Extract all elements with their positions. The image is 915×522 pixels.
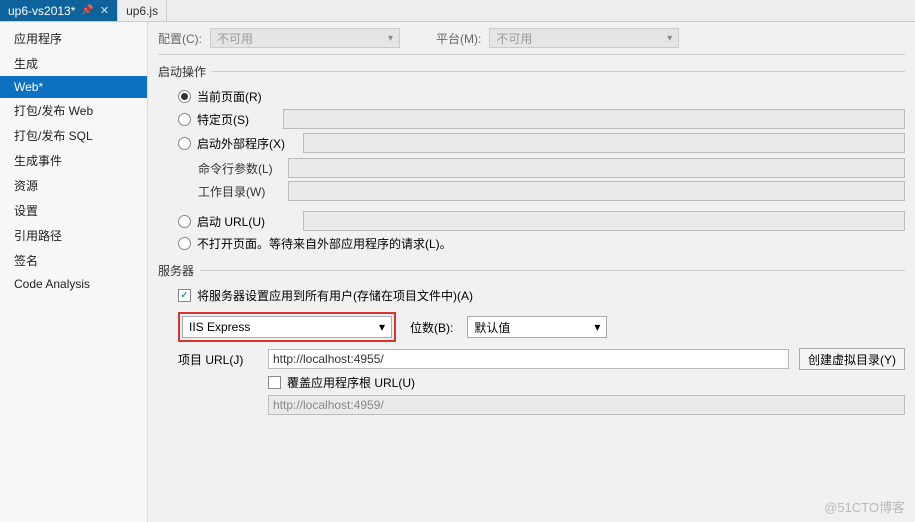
radio-label: 启动 URL(U) [197, 213, 297, 230]
specific-page-input[interactable] [283, 109, 905, 129]
radio-label: 当前页面(R) [197, 88, 262, 105]
project-url-label: 项目 URL(J) [178, 351, 258, 368]
sidebar-item-app[interactable]: 应用程序 [0, 26, 147, 51]
tab-label: up6.js [126, 4, 158, 18]
section-server: 服务器 [158, 262, 905, 279]
sidebar-item-settings[interactable]: 设置 [0, 198, 147, 223]
radio-current-page[interactable] [178, 90, 191, 103]
radio-external-program[interactable] [178, 137, 191, 150]
document-tabs: up6-vs2013* 📌 ✕ up6.js [0, 0, 915, 22]
sidebar-item-pack-web[interactable]: 打包/发布 Web [0, 98, 147, 123]
bits-combo[interactable]: 默认值 ▾ [467, 316, 607, 338]
check-override-root[interactable] [268, 376, 281, 389]
tab-label: up6-vs2013* [8, 4, 75, 18]
main-panel: 配置(C): 不可用 ▾ 平台(M): 不可用 ▾ 启动操作 当前页面(R) [148, 22, 915, 522]
workdir-input[interactable] [288, 181, 905, 201]
radio-label: 特定页(S) [197, 111, 277, 128]
start-url-input[interactable] [303, 211, 905, 231]
chevron-down-icon: ▾ [388, 33, 393, 44]
config-label: 配置(C): [158, 30, 202, 47]
check-apply-all[interactable] [178, 289, 191, 302]
config-combo: 不可用 ▾ [210, 28, 400, 48]
platform-combo: 不可用 ▾ [489, 28, 679, 48]
radio-no-open[interactable] [178, 237, 191, 250]
cmd-args-label: 命令行参数(L) [198, 160, 278, 177]
platform-label: 平台(M): [436, 30, 481, 47]
radio-label: 启动外部程序(X) [197, 135, 297, 152]
external-program-input[interactable] [303, 133, 905, 153]
bits-label: 位数(B): [410, 319, 453, 336]
sidebar-item-signing[interactable]: 签名 [0, 248, 147, 273]
sidebar-item-build[interactable]: 生成 [0, 51, 147, 76]
cmd-args-input[interactable] [288, 158, 905, 178]
project-url-input[interactable] [268, 349, 789, 369]
server-type-combo[interactable]: IIS Express ▾ [182, 316, 392, 338]
sidebar-item-build-events[interactable]: 生成事件 [0, 148, 147, 173]
check-label: 将服务器设置应用到所有用户(存储在项目文件中)(A) [197, 287, 473, 304]
sidebar-item-web[interactable]: Web* [0, 76, 147, 98]
close-icon[interactable]: ✕ [100, 4, 109, 17]
sidebar-item-resources[interactable]: 资源 [0, 173, 147, 198]
tab-up6-vs2013[interactable]: up6-vs2013* 📌 ✕ [0, 0, 118, 21]
radio-specific-page[interactable] [178, 113, 191, 126]
watermark: @51CTO博客 [824, 497, 905, 516]
override-root-input[interactable] [268, 395, 905, 415]
section-start: 启动操作 [158, 63, 905, 80]
create-vdir-button[interactable]: 创建虚拟目录(Y) [799, 348, 905, 370]
radio-start-url[interactable] [178, 215, 191, 228]
chevron-down-icon: ▾ [594, 320, 600, 334]
sidebar: 应用程序 生成 Web* 打包/发布 Web 打包/发布 SQL 生成事件 资源… [0, 22, 148, 522]
check-label: 覆盖应用程序根 URL(U) [287, 374, 415, 391]
chevron-down-icon: ▾ [667, 33, 672, 44]
pin-icon[interactable]: 📌 [81, 5, 93, 16]
sidebar-item-pack-sql[interactable]: 打包/发布 SQL [0, 123, 147, 148]
workdir-label: 工作目录(W) [198, 183, 278, 200]
highlight-box: IIS Express ▾ [178, 312, 396, 342]
sidebar-item-code-analysis[interactable]: Code Analysis [0, 273, 147, 295]
tab-up6-js[interactable]: up6.js [118, 0, 167, 21]
sidebar-item-refpaths[interactable]: 引用路径 [0, 223, 147, 248]
radio-label: 不打开页面。等待来自外部应用程序的请求(L)。 [197, 235, 452, 252]
chevron-down-icon: ▾ [379, 320, 385, 334]
